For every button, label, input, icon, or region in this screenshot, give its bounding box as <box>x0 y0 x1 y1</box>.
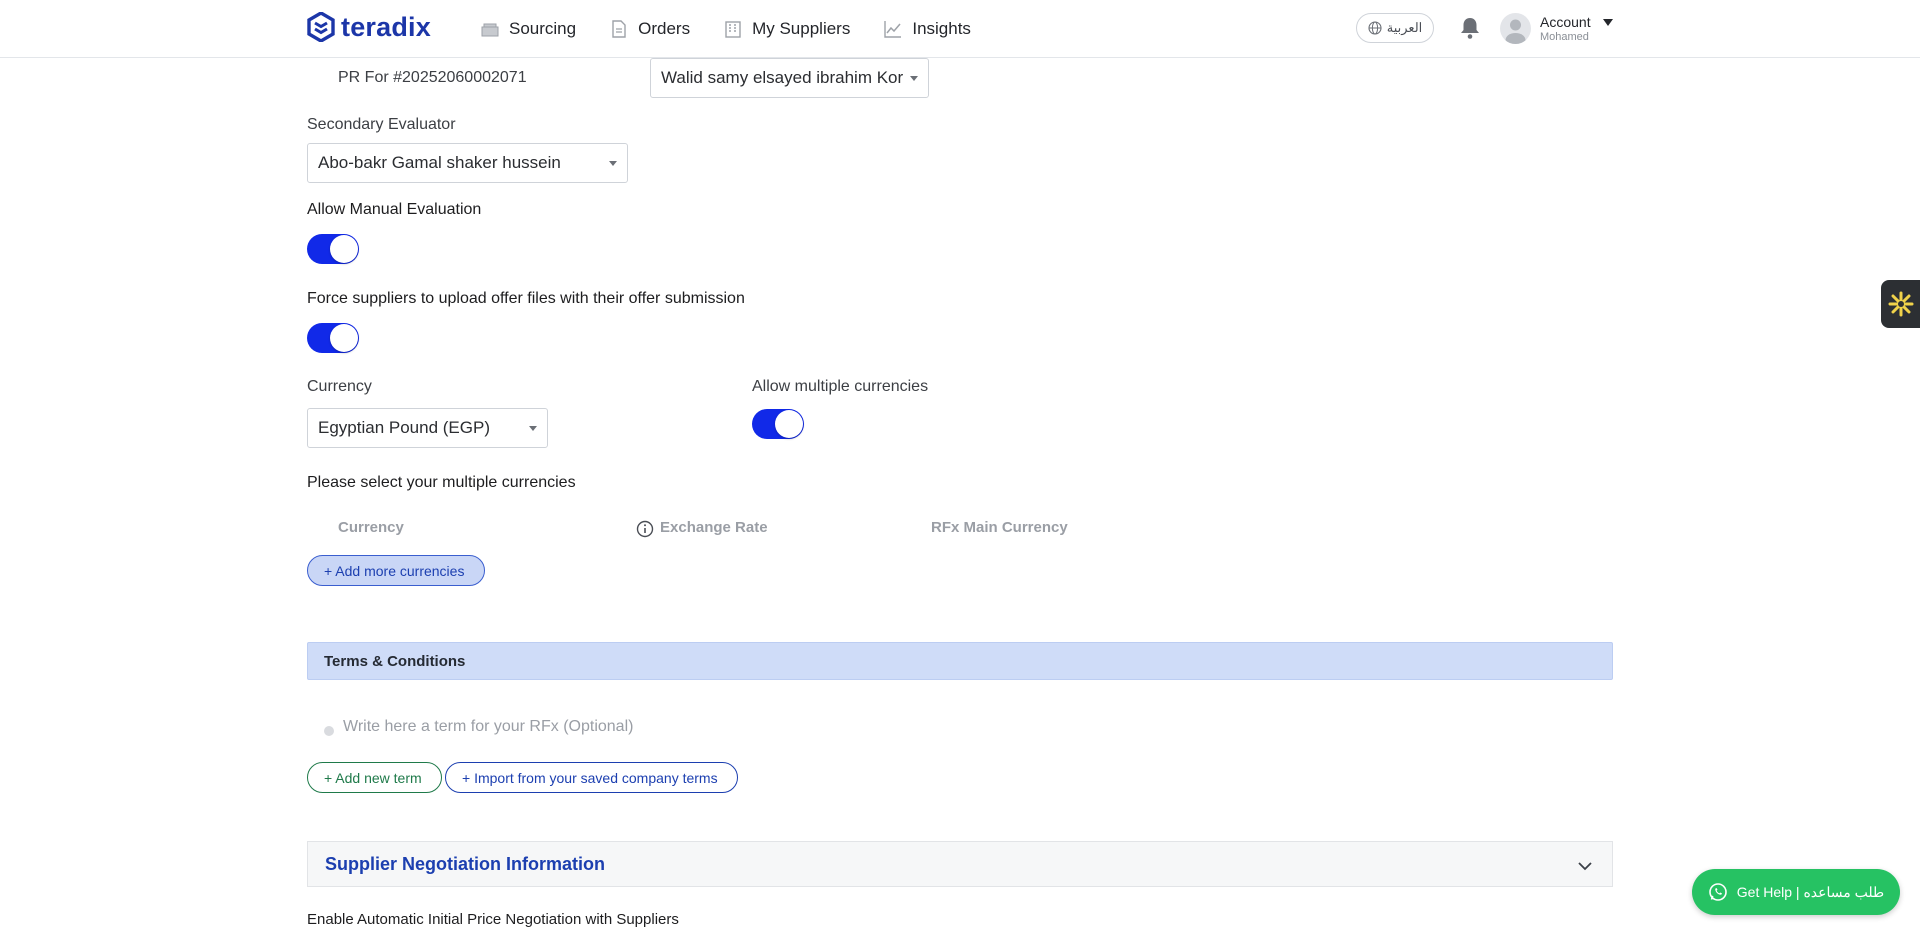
force-upload-toggle[interactable] <box>307 323 359 353</box>
nav-sourcing-label: Sourcing <box>509 18 577 38</box>
orders-icon <box>612 19 626 38</box>
toggle-knob <box>330 324 358 352</box>
multiple-currencies-label: Please select your multiple currencies <box>307 474 576 491</box>
terms-section-header: Terms & Conditions <box>307 642 1613 680</box>
currency-select[interactable]: Egyptian Pound (EGP) <box>307 408 548 448</box>
add-new-term-button[interactable]: + Add new term <box>307 762 442 793</box>
user-avatar-icon <box>1505 19 1526 44</box>
force-upload-label: Force suppliers to upload offer files wi… <box>307 290 745 307</box>
user-avatar[interactable] <box>1500 13 1531 44</box>
insights-icon <box>884 20 902 38</box>
terms-section-title: Terms & Conditions <box>324 652 466 670</box>
allow-multiple-currencies-label: Allow multiple currencies <box>752 378 929 395</box>
supplier-negotiation-accordion[interactable]: Supplier Negotiation Information <box>307 841 1613 887</box>
secondary-evaluator-value: Abo-bakr Gamal shaker hussein <box>318 153 561 172</box>
sourcing-icon <box>481 23 499 36</box>
nav-orders-label: Orders <box>638 18 691 38</box>
chevron-down-icon <box>529 426 537 431</box>
chevron-down-icon <box>609 161 617 166</box>
main-nav: Sourcing Orders My Suppliers Insights <box>480 0 1004 57</box>
allow-manual-evaluation-toggle[interactable] <box>307 234 359 264</box>
term-input[interactable] <box>343 713 1243 741</box>
side-feedback-widget[interactable] <box>1881 280 1920 328</box>
auto-negotiation-label: Enable Automatic Initial Price Negotiati… <box>307 911 679 928</box>
sparkle-icon <box>1888 291 1913 317</box>
top-header: teradix Sourcing Orders My Suppliers Ins… <box>0 0 1920 58</box>
chevron-down-icon[interactable] <box>1576 857 1594 875</box>
brand-name: teradix <box>341 11 431 42</box>
nav-insights-label: Insights <box>912 18 971 38</box>
whatsapp-icon <box>1708 883 1727 901</box>
term-bullet <box>324 726 334 736</box>
account-label[interactable]: Account <box>1540 14 1591 30</box>
toggle-knob <box>330 235 358 263</box>
get-help-button[interactable]: Get Help | طلب مساعده <box>1692 869 1900 915</box>
get-help-label: Get Help | طلب مساعده <box>1736 883 1885 900</box>
teradix-logo-icon <box>307 12 335 42</box>
account-dropdown-caret-icon[interactable] <box>1603 19 1613 26</box>
nav-sourcing[interactable]: Sourcing <box>480 19 576 39</box>
teradix-logo[interactable]: teradix <box>307 11 431 43</box>
currency-value: Egyptian Pound (EGP) <box>318 418 490 437</box>
column-header-currency: Currency <box>338 519 404 536</box>
notification-bell-icon[interactable] <box>1459 16 1481 40</box>
chevron-down-icon <box>910 76 918 81</box>
nav-insights[interactable]: Insights <box>883 19 971 39</box>
allow-manual-evaluation-label: Allow Manual Evaluation <box>307 201 482 218</box>
language-switch-button[interactable]: العربية <box>1356 13 1434 43</box>
nav-my-suppliers[interactable]: My Suppliers <box>723 19 850 39</box>
currency-label: Currency <box>307 378 372 395</box>
nav-orders[interactable]: Orders <box>609 19 690 39</box>
allow-multiple-currencies-toggle[interactable] <box>752 409 804 439</box>
secondary-evaluator-label: Secondary Evaluator <box>307 116 456 133</box>
pr-evaluator-value: Walid samy elsayed ibrahim Kor <box>661 68 904 87</box>
nav-my-suppliers-label: My Suppliers <box>752 18 851 38</box>
suppliers-icon <box>725 20 741 38</box>
toggle-knob <box>775 410 803 438</box>
column-header-rfx-main-currency: RFx Main Currency <box>931 519 1068 536</box>
supplier-negotiation-title: Supplier Negotiation Information <box>325 853 605 874</box>
globe-icon <box>1368 21 1382 35</box>
add-more-currencies-button[interactable]: + Add more currencies <box>307 555 485 586</box>
info-icon[interactable] <box>636 520 654 538</box>
secondary-evaluator-select[interactable]: Abo-bakr Gamal shaker hussein <box>307 143 628 183</box>
language-label: العربية <box>1386 20 1423 35</box>
column-header-exchange-rate: Exchange Rate <box>660 519 768 536</box>
import-saved-terms-button[interactable]: + Import from your saved company terms <box>445 762 738 793</box>
pr-label: PR For #20252060002071 <box>338 69 527 86</box>
account-username: Mohamed <box>1540 31 1589 43</box>
pr-evaluator-select[interactable]: Walid samy elsayed ibrahim Kor <box>650 58 929 98</box>
